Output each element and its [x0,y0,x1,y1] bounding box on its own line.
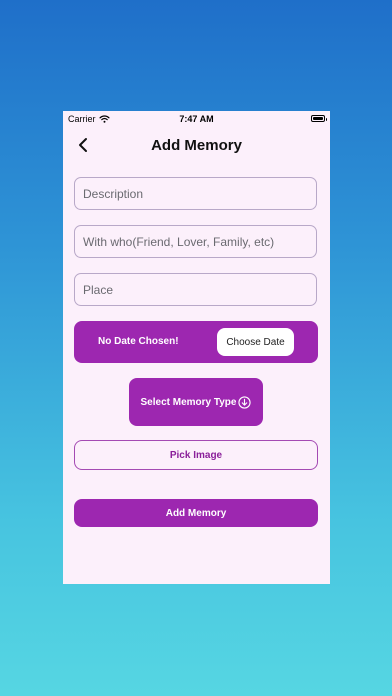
place-input[interactable] [74,273,317,306]
description-input[interactable] [74,177,317,210]
circle-arrow-down-icon [238,395,252,409]
page-title: Add Memory [151,137,242,154]
pick-image-button[interactable]: Pick Image [74,440,318,470]
status-time: 7:47 AM [179,114,214,124]
status-bar: Carrier 7:47 AM [63,111,330,127]
battery-level [313,117,323,120]
memory-type-label: Select Memory Type [140,396,237,408]
with-who-input[interactable] [74,225,317,258]
select-memory-type-button[interactable]: Select Memory Type [129,378,263,426]
date-status-label: No Date Chosen! [98,336,179,347]
app-screen: Carrier 7:47 AM Add Memory No Date Chose… [63,111,330,584]
battery-icon [311,115,327,122]
add-memory-button[interactable]: Add Memory [74,499,318,527]
navigation-bar: Add Memory [63,131,330,161]
date-picker-row: No Date Chosen! Choose Date [74,321,318,363]
choose-date-button[interactable]: Choose Date [217,328,294,356]
